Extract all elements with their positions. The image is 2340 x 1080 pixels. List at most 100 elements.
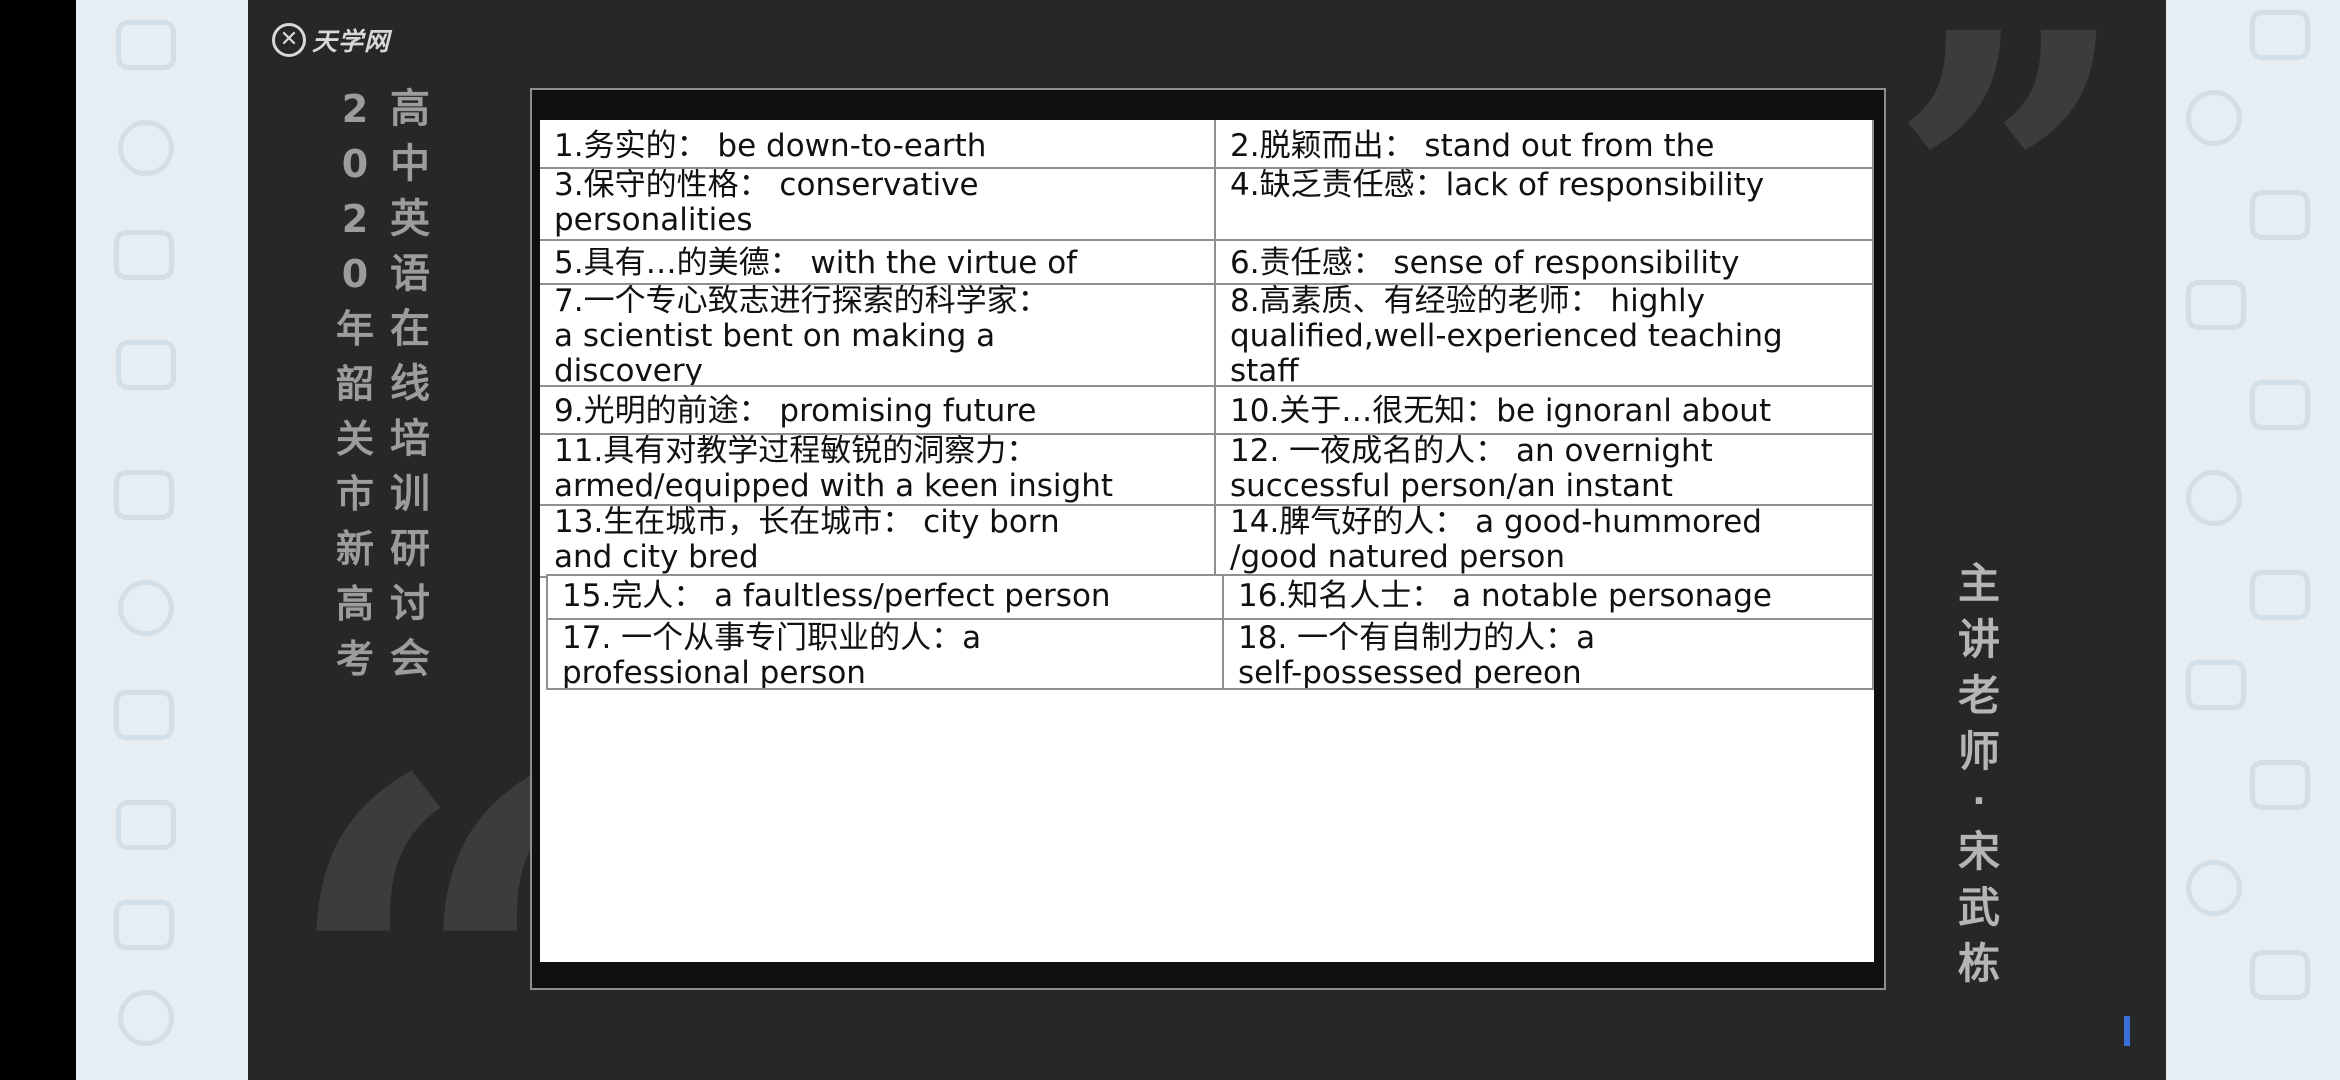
vertical-char: 研 [390,526,430,572]
table-row: 17. 一个从事专门职业的人：a professional person 18. 一… [540,618,1874,690]
logo-mark-icon: ✕ [272,23,306,57]
book-icon [114,900,174,950]
cell-text-line: 6.责任感： sense of responsibility [1230,245,1740,281]
cell-text-line: successful person/an instant [1230,468,1673,504]
table-row: 13.生在城市，长在城市： city born and city bred 14.脾… [540,504,1874,578]
vertical-char: 语 [390,251,430,297]
vertical-char: 栋 [1957,939,2000,988]
book-icon [116,20,176,70]
table-cell-left: 17. 一个从事专门职业的人：a professional person [546,618,1224,690]
table-cell-left: 11.具有对教学过程敏锐的洞察力： armed/equipped with a k… [540,433,1216,508]
vertical-char: 武 [1957,883,2000,932]
vertical-char: 新 [335,527,374,571]
vertical-char: 2 [341,197,369,241]
cell-text-line: 4.缺乏责任感：lack of responsibility [1230,167,1765,203]
user-icon [2186,860,2242,916]
table-row: 9.光明的前途： promising future 10.关于…很无知：be ig… [540,385,1874,437]
table-cell-left: 1.务实的： be down-to-earth [540,120,1216,171]
table-cell-right: 16.知名人士： a notable personage [1222,574,1874,622]
cell-text-line: 2.脱颖而出： stand out from the [1230,128,1715,164]
vertical-char: 关 [335,417,374,461]
play-icon [2186,660,2246,710]
cell-text-line: 10.关于…很无知：be ignoranl about [1230,393,1772,429]
vertical-char: 会 [390,636,430,682]
vertical-char: 2 [341,87,369,131]
vertical-char: 培 [390,416,430,462]
vertical-char: 主 [1957,559,2000,608]
table-cell-right: 4.缺乏责任感：lack of responsibility [1214,167,1874,243]
table-row: 3.保守的性格： conservative personalities 4.缺乏责任… [540,167,1874,243]
vertical-char: 宋 [1957,827,2000,876]
vertical-char: 老 [1957,671,2000,720]
table-cell-left: 13.生在城市，长在城市： city born and city bred [540,504,1216,578]
user-icon [2186,470,2242,526]
vertical-char: 年 [335,307,374,351]
table-cell-right: 12. 一夜成名的人： an overnight successful perso… [1214,433,1874,508]
cell-text-line: armed/equipped with a keen insight [554,468,1114,504]
vertical-title-column-1: 2 0 2 0 年韶关市新高考 [330,82,380,687]
flag-icon [2250,190,2310,240]
vertical-char: 韶 [335,362,374,406]
heart-icon [114,690,174,740]
vertical-char: 在 [390,306,430,352]
flag-icon [2250,950,2310,1000]
chat-icon [2250,10,2310,60]
clock-icon [118,120,174,176]
logo-text: 天学网 [312,27,391,56]
table-cell-right: 2.脱颖而出： stand out from the [1214,120,1874,171]
book-icon [114,470,174,520]
cell-text-line: self-possessed pereon [1238,655,1582,690]
cell-text-line: professional person [562,655,866,690]
chat-icon [2250,380,2310,430]
scroll-indicator [2124,1016,2130,1046]
vertical-char: 英 [390,196,430,242]
table-cell-right: 8.高素质、有经验的老师： highly qualified,well-exper… [1214,283,1874,389]
clock-icon [118,990,174,1046]
cell-text-line: 5.具有…的美德： with the virtue of [554,245,1078,281]
flag-icon [2250,570,2310,620]
cell-text-line: 1.务实的： be down-to-earth [554,128,987,164]
table-cell-left: 15.完人： a faultless/perfect person [546,574,1224,622]
vertical-char: 0 [341,142,369,186]
vertical-char: · [1972,781,1986,822]
vocabulary-table-frame: 1.务实的： be down-to-earth 2.脱颖而出： stand out… [530,88,2130,1046]
table-cell-left: 9.光明的前途： promising future [540,385,1216,437]
cap-icon [116,340,176,390]
left-background-panel [76,0,248,1080]
table-cell-right: 14.脾气好的人： a good-hummored/good natured p… [1214,504,1874,578]
vertical-char: 讲 [1957,615,2000,664]
vertical-title-column-2: 高中英语在线培训研讨会 [382,82,438,687]
clock-icon [118,580,174,636]
cell-text-line: 16.知名人士： a notable personage [1238,578,1772,614]
vertical-char: 高 [390,86,430,132]
table-row: 1.务实的： be down-to-earth 2.脱颖而出： stand out… [540,120,1874,171]
close-quote-decoration: ” [1888,0,2130,280]
cell-text-line: personalities [554,202,753,238]
table-cell-left: 7.一个专心致志进行探索的科学家： a scientist bent on mak… [540,283,1216,389]
play-icon [2186,280,2246,330]
logo: ✕ 天学网 [272,22,390,58]
table-cell-right: 18. 一个有自制力的人：a self-possessed pereon [1222,618,1874,690]
vertical-char: 0 [341,252,369,296]
heart-icon [114,230,174,280]
slide: ” “ ✕ 天学网 2020年韶关市新高考 高中英语在线培训研讨会 主讲老师·宋… [248,0,2166,1080]
vertical-char: 师 [1957,727,2000,776]
cell-text-line: 15.完人： a faultless/perfect person [562,578,1111,614]
table-cell-right: 6.责任感： sense of responsibility [1214,239,1874,287]
cell-text-line: and city bred [554,539,759,575]
cell-text-line: discovery [554,353,703,389]
right-background-panel [2166,0,2340,1080]
black-margin [0,0,76,1080]
user-icon [2186,90,2242,146]
cell-text-line: staff [1230,353,1299,389]
cell-text-line: 9.光明的前途： promising future [554,393,1037,429]
table-cell-right: 10.关于…很无知：be ignoranl about [1214,385,1874,437]
table-row: 5.具有…的美德： with the virtue of 6.责任感： sense… [540,239,1874,287]
vertical-char: 讨 [390,581,430,627]
table-cell-left: 3.保守的性格： conservative personalities [540,167,1216,243]
vertical-char: 中 [390,141,430,187]
vertical-char: 市 [335,472,374,516]
cap-icon [116,800,176,850]
vertical-char: 训 [390,471,430,517]
table-row: 15.完人： a faultless/perfect person 16.知名人士… [540,574,1874,622]
